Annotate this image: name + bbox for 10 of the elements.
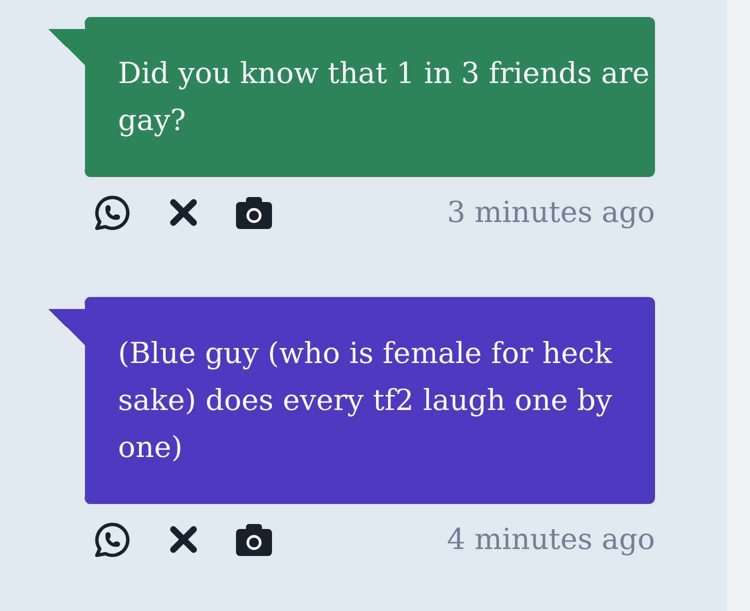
message-text: (Blue guy (who is female for heck sake) does every tf2 laugh one by one) — [118, 335, 614, 466]
phone-bubble-icon[interactable] — [95, 522, 130, 557]
timestamp: 4 minutes ago — [446, 522, 655, 557]
message-text: Did you know that 1 in 3 friends are gay? — [118, 55, 650, 139]
phone-bubble-icon[interactable] — [95, 195, 130, 230]
camera-icon[interactable] — [236, 524, 272, 556]
camera-icon[interactable] — [236, 196, 272, 228]
timestamp: 3 minutes ago — [446, 195, 655, 230]
close-icon[interactable] — [170, 526, 197, 553]
close-icon[interactable] — [170, 199, 197, 226]
